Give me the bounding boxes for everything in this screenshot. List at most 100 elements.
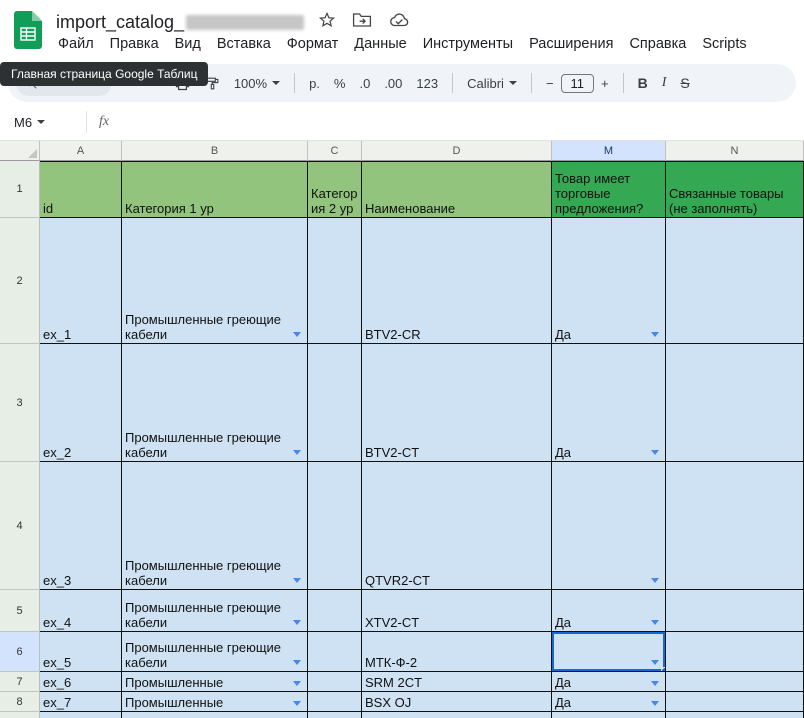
increase-font-size-button[interactable]: + bbox=[594, 70, 616, 96]
star-icon[interactable] bbox=[318, 11, 336, 34]
header-cell-category1[interactable]: Категория 1 ур bbox=[122, 161, 308, 218]
cell-id[interactable]: ex_4 bbox=[40, 590, 122, 632]
row-header[interactable] bbox=[0, 712, 40, 718]
dropdown-icon[interactable] bbox=[293, 620, 301, 625]
percent-format-button[interactable]: % bbox=[327, 70, 353, 96]
header-cell-name[interactable]: Наименование bbox=[362, 161, 552, 218]
cell-offers[interactable]: Да bbox=[552, 344, 666, 462]
cell-related[interactable] bbox=[666, 712, 804, 718]
cell-id[interactable] bbox=[40, 712, 122, 718]
dropdown-icon[interactable] bbox=[293, 332, 301, 337]
cell-category1[interactable]: Промышленные греющие кабели bbox=[122, 590, 308, 632]
cell-related[interactable] bbox=[666, 590, 804, 632]
selected-cell-m6[interactable] bbox=[552, 632, 666, 672]
header-cell-id[interactable]: id bbox=[40, 161, 122, 218]
cell-category2[interactable] bbox=[308, 692, 362, 712]
cell-category1[interactable]: Промышленные bbox=[122, 692, 308, 712]
cell-id[interactable]: ex_5 bbox=[40, 632, 122, 672]
italic-button[interactable]: I bbox=[655, 70, 674, 96]
cell-related[interactable] bbox=[666, 672, 804, 692]
cell-offers[interactable]: Да bbox=[552, 218, 666, 344]
cell-related[interactable] bbox=[666, 692, 804, 712]
cell-name[interactable] bbox=[362, 712, 552, 718]
menu-tools[interactable]: Инструменты bbox=[415, 33, 521, 55]
cell-category1[interactable]: Промышленные греющие кабели bbox=[122, 344, 308, 462]
row-header[interactable]: 8 bbox=[0, 692, 40, 712]
cloud-status-icon[interactable] bbox=[388, 12, 410, 33]
cell-category2[interactable] bbox=[308, 590, 362, 632]
cell-name[interactable]: BTV2-CT bbox=[362, 344, 552, 462]
dropdown-icon[interactable] bbox=[651, 620, 659, 625]
dropdown-icon[interactable] bbox=[293, 701, 301, 706]
currency-format-button[interactable]: р. bbox=[302, 70, 327, 96]
decrease-font-size-button[interactable]: − bbox=[539, 70, 561, 96]
dropdown-icon[interactable] bbox=[293, 450, 301, 455]
cell-name[interactable]: МТК-Ф-2 bbox=[362, 632, 552, 672]
row-header[interactable]: 6 bbox=[0, 632, 40, 672]
row-header[interactable]: 1 bbox=[0, 161, 40, 218]
menu-scripts[interactable]: Scripts bbox=[694, 33, 754, 55]
cell-id[interactable]: ex_2 bbox=[40, 344, 122, 462]
menu-file[interactable]: Файл bbox=[50, 33, 102, 55]
menu-insert[interactable]: Вставка bbox=[209, 33, 279, 55]
column-header-b[interactable]: B bbox=[122, 141, 308, 161]
column-header-a[interactable]: A bbox=[40, 141, 122, 161]
cell-category2[interactable] bbox=[308, 462, 362, 590]
dropdown-icon[interactable] bbox=[293, 578, 301, 583]
cell-offers[interactable] bbox=[552, 712, 666, 718]
row-header[interactable]: 3 bbox=[0, 344, 40, 462]
cell-related[interactable] bbox=[666, 462, 804, 590]
row-header[interactable]: 5 bbox=[0, 590, 40, 632]
zoom-selector[interactable]: 100% bbox=[227, 70, 287, 96]
move-folder-icon[interactable] bbox=[352, 12, 372, 33]
document-title[interactable]: import_catalog_ bbox=[56, 12, 184, 33]
dropdown-icon[interactable] bbox=[293, 681, 301, 686]
cell-category1[interactable]: Промышленные греющие кабели bbox=[122, 462, 308, 590]
cell-related[interactable] bbox=[666, 344, 804, 462]
cell-name[interactable]: BSX OJ bbox=[362, 692, 552, 712]
strikethrough-button[interactable]: S bbox=[673, 70, 696, 96]
dropdown-icon[interactable] bbox=[651, 450, 659, 455]
cell-category2[interactable] bbox=[308, 632, 362, 672]
name-box[interactable]: M6 bbox=[0, 115, 86, 130]
cell-category1[interactable]: Промышленные bbox=[122, 672, 308, 692]
dropdown-icon[interactable] bbox=[651, 701, 659, 706]
menu-format[interactable]: Формат bbox=[279, 33, 347, 55]
cell-offers[interactable]: Да bbox=[552, 692, 666, 712]
cell-name[interactable]: SRM 2CT bbox=[362, 672, 552, 692]
bold-button[interactable]: B bbox=[631, 70, 655, 96]
column-header-n[interactable]: N bbox=[666, 141, 804, 161]
cell-category2[interactable] bbox=[308, 672, 362, 692]
header-cell-category2[interactable]: Категория 2 ур bbox=[308, 161, 362, 218]
dropdown-icon[interactable] bbox=[651, 578, 659, 583]
dropdown-icon[interactable] bbox=[651, 660, 659, 665]
cell-name[interactable]: QTVR2-CT bbox=[362, 462, 552, 590]
column-header-m[interactable]: M bbox=[552, 141, 666, 161]
increase-decimal-button[interactable]: .00 bbox=[377, 70, 409, 96]
cell-id[interactable]: ex_3 bbox=[40, 462, 122, 590]
row-header[interactable]: 4 bbox=[0, 462, 40, 590]
cell-id[interactable]: ex_6 bbox=[40, 672, 122, 692]
cell-id[interactable]: ex_1 bbox=[40, 218, 122, 344]
cell-related[interactable] bbox=[666, 218, 804, 344]
menu-view[interactable]: Вид bbox=[167, 33, 209, 55]
column-header-d[interactable]: D bbox=[362, 141, 552, 161]
row-header[interactable]: 2 bbox=[0, 218, 40, 344]
cell-offers[interactable]: Да bbox=[552, 590, 666, 632]
menu-edit[interactable]: Правка bbox=[102, 33, 167, 55]
column-header-c[interactable]: C bbox=[308, 141, 362, 161]
cell-related[interactable] bbox=[666, 632, 804, 672]
decrease-decimal-button[interactable]: .0 bbox=[352, 70, 377, 96]
cell-offers[interactable] bbox=[552, 462, 666, 590]
header-cell-related[interactable]: Связанные товары (не заполнять) bbox=[666, 161, 804, 218]
menu-data[interactable]: Данные bbox=[346, 33, 414, 55]
menu-extensions[interactable]: Расширения bbox=[521, 33, 621, 55]
font-size-input[interactable]: 11 bbox=[561, 74, 595, 93]
menu-help[interactable]: Справка bbox=[621, 33, 694, 55]
cell-category2[interactable] bbox=[308, 712, 362, 718]
cell-category2[interactable] bbox=[308, 344, 362, 462]
select-all-corner[interactable] bbox=[0, 141, 40, 161]
row-header[interactable]: 7 bbox=[0, 672, 40, 692]
cell-category1[interactable]: Промышленные греющие кабели bbox=[122, 632, 308, 672]
cell-id[interactable]: ex_7 bbox=[40, 692, 122, 712]
